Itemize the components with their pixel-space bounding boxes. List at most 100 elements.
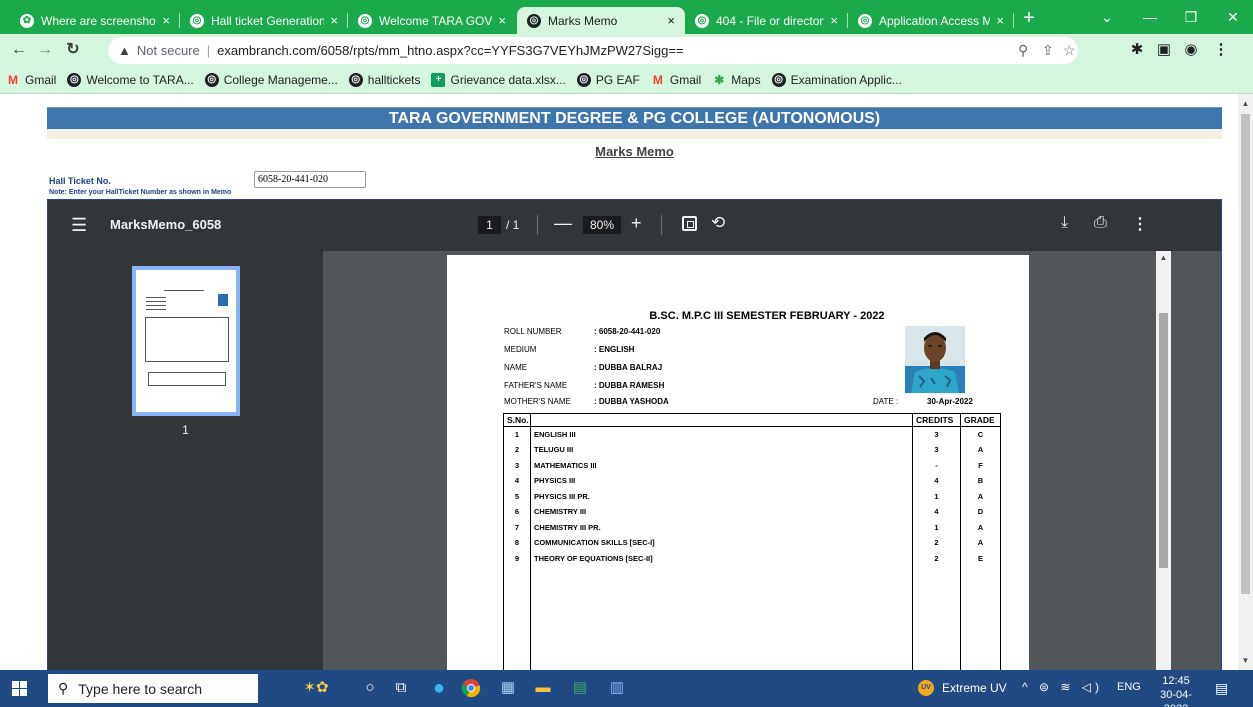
medium-value: : ENGLISH bbox=[594, 345, 635, 354]
zoom-magnifier-icon[interactable]: ⚲ bbox=[1018, 37, 1028, 64]
share-icon[interactable]: ⇪ bbox=[1042, 37, 1054, 64]
reload-icon[interactable]: ↻ bbox=[62, 39, 84, 61]
bookmark-halltickets[interactable]: ◎ halltickets bbox=[348, 73, 420, 87]
file-explorer-icon[interactable]: ▬ bbox=[531, 676, 555, 700]
pdf-toolbar: ☰ MarksMemo_6058 1 / 1 — 80% + ⟲ ⤓ ⎙ ⋮ bbox=[48, 200, 1221, 251]
gmail-icon: M bbox=[8, 73, 18, 87]
warning-triangle-icon[interactable]: ▲ bbox=[118, 43, 131, 58]
table-row: 9 THEORY OF EQUATIONS [SEC-II] 2 E bbox=[503, 550, 1001, 566]
tab-close-icon[interactable]: × bbox=[330, 13, 338, 28]
system-tray-icons[interactable]: ^ ⊜ ≋ ◁) bbox=[1022, 680, 1103, 694]
thumbnail-summary bbox=[148, 372, 226, 386]
scroll-up-icon[interactable]: ▲ bbox=[1156, 253, 1171, 262]
chrome-menu-icon[interactable]: ⋮ bbox=[1210, 39, 1232, 61]
tab-marks-memo[interactable]: ◎ Marks Memo × bbox=[517, 7, 685, 34]
search-placeholder: Type here to search bbox=[78, 680, 203, 697]
zoom-level-input[interactable]: 80% bbox=[583, 216, 621, 234]
url-text[interactable]: exambranch.com/6058/rpts/mm_htno.aspx?cc… bbox=[217, 43, 683, 58]
bookmark-star-icon[interactable]: ☆ bbox=[1063, 37, 1076, 64]
more-options-icon[interactable]: ⋮ bbox=[1132, 214, 1148, 234]
bookmark-gmail[interactable]: M Gmail bbox=[6, 73, 56, 87]
pdf-scrollbar[interactable]: ▲ bbox=[1156, 251, 1171, 670]
father-name-label: FATHER'S NAME bbox=[504, 381, 568, 390]
zoom-out-button[interactable]: — bbox=[554, 213, 572, 234]
minimize-button[interactable]: — bbox=[1135, 6, 1165, 28]
new-tab-button[interactable]: + bbox=[1017, 7, 1041, 31]
globe-favicon-icon: ◎ bbox=[858, 13, 872, 28]
edge-icon[interactable]: ● bbox=[427, 676, 451, 700]
restore-button[interactable]: ❐ bbox=[1176, 6, 1206, 28]
bookmark-maps[interactable]: ✱ Maps bbox=[712, 73, 760, 87]
table-header-row: S.No. CREDITS GRADE bbox=[503, 413, 1001, 427]
page-number-input[interactable]: 1 bbox=[478, 216, 501, 234]
chrome-icon[interactable] bbox=[459, 676, 483, 700]
profile-avatar-icon[interactable]: ◉ bbox=[1180, 39, 1202, 61]
bookmark-gmail-2[interactable]: M Gmail bbox=[651, 73, 701, 87]
side-panel-icon[interactable]: ▣ bbox=[1153, 39, 1175, 61]
bookmark-grievance-data[interactable]: + Grievance data.xlsx... bbox=[431, 73, 566, 87]
excel-icon[interactable]: ▤ bbox=[568, 676, 592, 700]
tab-label: 404 - File or directory bbox=[716, 13, 825, 28]
bookmark-examination-application[interactable]: ◎ Examination Applic... bbox=[771, 73, 902, 87]
search-highlight-icon[interactable]: ✶✿ bbox=[296, 676, 336, 700]
page-scrollbar[interactable]: ▲ ▼ bbox=[1238, 94, 1253, 670]
page-thumbnail[interactable] bbox=[132, 266, 240, 416]
rotate-icon[interactable]: ⟲ bbox=[711, 213, 725, 233]
maps-icon: ✱ bbox=[714, 73, 725, 87]
tab-close-icon[interactable]: × bbox=[667, 13, 675, 28]
tab-close-icon[interactable]: × bbox=[996, 13, 1004, 28]
father-name-value: : DUBBA RAMESH bbox=[594, 381, 665, 390]
table-row: 7 CHEMISTRY III PR. 1 A bbox=[503, 519, 1001, 535]
tab-where-are-screenshots[interactable]: ✿ Where are screenshot × bbox=[10, 7, 180, 34]
address-bar[interactable]: ▲ Not secure | exambranch.com/6058/rpts/… bbox=[108, 37, 1078, 64]
tab-close-icon[interactable]: × bbox=[162, 13, 170, 28]
tab-application-access[interactable]: ◎ Application Access M × bbox=[848, 7, 1014, 34]
bookmark-college-management[interactable]: ◎ College Manageme... bbox=[204, 73, 338, 87]
url-separator: | bbox=[206, 43, 211, 58]
globe-icon: ◎ bbox=[576, 73, 591, 87]
fit-to-page-icon[interactable] bbox=[682, 216, 697, 231]
bookmark-welcome-tara[interactable]: ◎ Welcome to TARA... bbox=[67, 73, 194, 87]
date-value: 30-Apr-2022 bbox=[927, 397, 973, 406]
taskbar-search-box[interactable]: ⚲ Type here to search bbox=[48, 674, 258, 703]
tab-label: Hall ticket Generation bbox=[211, 13, 325, 28]
clock[interactable]: 12:45 30-04-2022 bbox=[1148, 674, 1204, 707]
tab-close-icon[interactable]: × bbox=[830, 13, 838, 28]
tab-close-icon[interactable]: × bbox=[498, 13, 506, 28]
pdf-scrollbar-thumb[interactable] bbox=[1159, 313, 1168, 568]
back-arrow-icon[interactable]: ← bbox=[8, 39, 30, 61]
scroll-up-icon[interactable]: ▲ bbox=[1238, 96, 1253, 111]
page-scrollbar-thumb[interactable] bbox=[1241, 114, 1250, 594]
extreme-uv-tray[interactable]: UV Extreme UV bbox=[918, 680, 1007, 696]
column-subject bbox=[530, 413, 913, 427]
table-row: 1 ENGLISH III 3 C bbox=[503, 426, 1001, 442]
task-view-icon[interactable]: ⧉ bbox=[389, 676, 413, 700]
tab-welcome-tara[interactable]: ◎ Welcome TARA GOVE × bbox=[348, 7, 516, 34]
close-window-button[interactable]: ✕ bbox=[1218, 6, 1248, 28]
tab-hall-ticket-generation[interactable]: ◎ Hall ticket Generation × bbox=[180, 7, 348, 34]
pdf-page: B.SC. M.P.C III SEMESTER FEBRUARY - 2022… bbox=[447, 255, 1029, 670]
hamburger-menu-icon[interactable]: ☰ bbox=[71, 215, 87, 236]
print-icon[interactable]: ⎙ bbox=[1094, 214, 1107, 232]
not-secure-label[interactable]: Not secure bbox=[137, 43, 200, 58]
download-icon[interactable]: ⤓ bbox=[1061, 214, 1068, 232]
word-icon[interactable]: ▥ bbox=[605, 676, 629, 700]
scroll-down-icon[interactable]: ▼ bbox=[1238, 653, 1253, 668]
gmail-icon: M bbox=[652, 73, 663, 87]
language-indicator[interactable]: ENG bbox=[1117, 681, 1141, 693]
calculator-icon[interactable]: ▦ bbox=[496, 676, 520, 700]
hall-ticket-input[interactable] bbox=[254, 171, 366, 188]
globe-favicon-icon: ◎ bbox=[190, 13, 204, 28]
windows-taskbar: ⚲ Type here to search ✶✿ ○ ⧉ ● ▦ ▬ ▤ ▥ U… bbox=[0, 670, 1253, 707]
cortana-icon[interactable]: ○ bbox=[358, 676, 382, 700]
bookmark-pg-eaf[interactable]: ◎ PG EAF bbox=[576, 73, 640, 87]
table-row: 4 PHYSICS III 4 B bbox=[503, 473, 1001, 489]
notification-icon[interactable]: ▤ bbox=[1215, 680, 1228, 697]
extensions-puzzle-icon[interactable]: ✱ bbox=[1126, 39, 1148, 61]
tab-404-file[interactable]: ◎ 404 - File or directory × bbox=[685, 7, 848, 34]
zoom-in-button[interactable]: + bbox=[631, 213, 642, 234]
tab-search-dropdown-icon[interactable]: ⌄ bbox=[1092, 6, 1122, 28]
windows-start-icon[interactable] bbox=[12, 681, 28, 697]
table-row: 6 CHEMISTRY III 4 D bbox=[503, 504, 1001, 520]
forward-arrow-icon[interactable]: → bbox=[34, 39, 56, 61]
